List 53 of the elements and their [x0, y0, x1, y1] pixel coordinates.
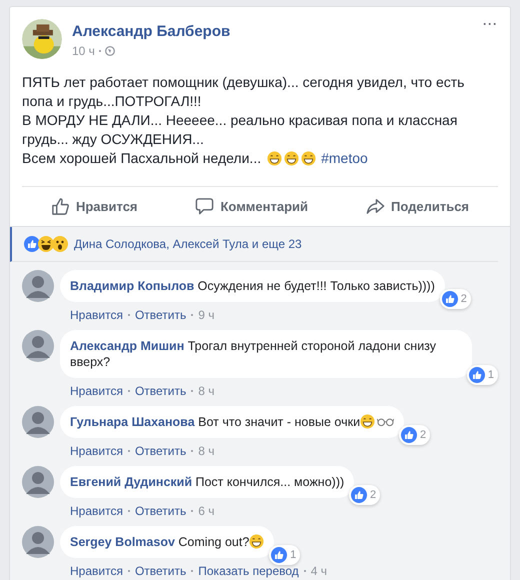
author-name[interactable]: Александр Балберов: [72, 23, 230, 40]
more-options[interactable]: ···: [483, 17, 498, 31]
speech-bubble-icon: [195, 197, 214, 216]
comment-action-link[interactable]: Нравится: [70, 444, 123, 458]
surprised-reaction-icon: [52, 236, 68, 252]
hashtag-link[interactable]: #metoo: [321, 149, 368, 168]
commenter-name[interactable]: Sergey Bolmasov: [70, 535, 175, 549]
comment-action-link[interactable]: Показать перевод: [198, 564, 299, 578]
laughing-reaction-icon: [38, 236, 54, 252]
comment-action-link[interactable]: Нравится: [70, 504, 123, 518]
like-reaction-icon: [442, 291, 458, 307]
comment-text: Гульнара Шаханова Вот что значит - новые очки: [70, 415, 360, 429]
post-text: ПЯТЬ лет работает помощник (девушка)... сегодня увидел, что есть попа и грудь...ПОТРОГАЛ!!!: [22, 73, 466, 111]
comment-action-link[interactable]: Нравится: [70, 308, 123, 322]
thumbs-up-icon: [50, 197, 70, 216]
comment-text: Sergey Bolmasov Coming out?: [70, 535, 250, 549]
commenter-name[interactable]: Александр Мишин: [70, 339, 184, 353]
comment-text: Евгений Дудинский Пост кончился... можно))): [70, 475, 344, 489]
comment-action-link[interactable]: Ответить: [134, 564, 186, 578]
avatar[interactable]: [22, 466, 54, 498]
commenter-name[interactable]: Гульнара Шаханова: [70, 415, 195, 429]
like-reaction-icon: [24, 236, 40, 252]
avatar[interactable]: [22, 330, 54, 362]
comment-text: Владимир Копылов Осуждения не будет!!! Только зависть)))): [70, 279, 435, 293]
glasses-emoji-icon: [377, 416, 394, 427]
grinning-emoji-icon: [249, 534, 264, 549]
grinning-emoji-icon: [360, 414, 376, 429]
comment-action-link[interactable]: Ответить: [134, 384, 186, 398]
avatar[interactable]: [22, 406, 54, 438]
like-reaction-icon: [400, 427, 417, 443]
post-action-button[interactable]: Поделиться: [354, 191, 482, 222]
comment-text: Александр Мишин Трогал внутренней стороной ладони снизу вверх?: [70, 339, 436, 369]
commenter-name[interactable]: Владимир Копылов: [70, 279, 194, 293]
comment-action-link[interactable]: Ответить: [134, 308, 186, 322]
avatar[interactable]: [22, 526, 54, 558]
comment-action-link[interactable]: Нравится: [70, 564, 123, 578]
grinning-emoji-icon: [301, 151, 316, 166]
share-arrow-icon: [366, 197, 385, 216]
commenter-name[interactable]: Евгений Дудинский: [70, 475, 192, 489]
post-text: Всем хорошей Пасхальной недели...: [22, 149, 262, 168]
comment-action-link[interactable]: Ответить: [134, 504, 186, 518]
avatar[interactable]: [22, 270, 54, 302]
grinning-emoji-icon: [284, 151, 300, 166]
reactions-summary[interactable]: Дина Солодкова, Алексей Тула и еще 23: [74, 237, 302, 251]
post-action-button[interactable]: Комментарий: [183, 191, 320, 222]
comment-action-link[interactable]: Нравится: [70, 384, 123, 398]
like-reaction-icon: [468, 367, 485, 383]
like-reaction-icon: [351, 487, 368, 503]
post-text: В МОРДУ НЕ ДАЛИ... Неееее... реально красивая попа и классная грудь... жду ОСУЖДЕНИЯ...: [22, 111, 458, 149]
like-reaction-icon: [271, 547, 288, 563]
grinning-emoji-icon: [267, 151, 282, 166]
comment-action-link[interactable]: Ответить: [134, 444, 186, 458]
post-action-button[interactable]: Нравится: [38, 191, 150, 222]
